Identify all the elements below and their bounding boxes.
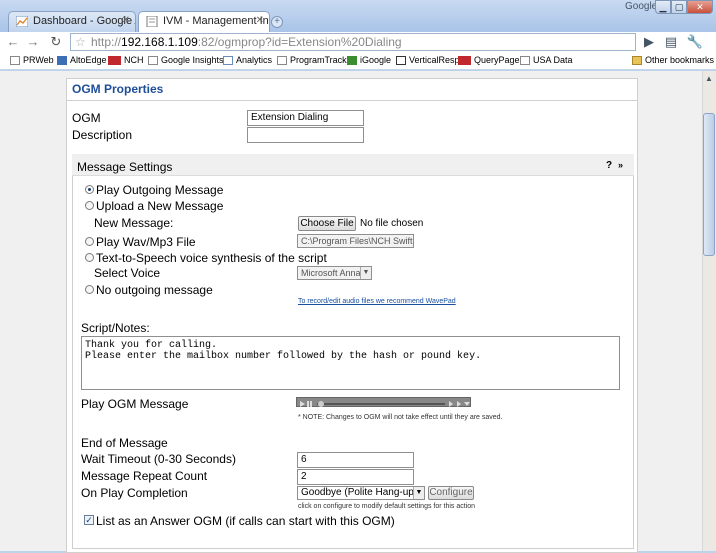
script-label: Script/Notes: xyxy=(81,321,150,335)
ogm-name-input[interactable]: Extension Dialing xyxy=(247,110,364,126)
wait-timeout-label: Wait Timeout (0-30 Seconds) xyxy=(81,452,236,466)
bookmark-nch[interactable]: NCH xyxy=(108,53,144,68)
back-arrow-icon[interactable]: ← xyxy=(4,33,22,51)
reload-icon[interactable]: ↻ xyxy=(47,33,65,51)
on-completion-label: On Play Completion xyxy=(81,486,188,500)
radio-play-outgoing[interactable] xyxy=(85,185,94,194)
ogm-label: OGM xyxy=(72,111,101,125)
tab-analytics[interactable]: Dashboard - Google Anal... ✕ xyxy=(8,11,136,32)
analytics-icon xyxy=(16,16,28,27)
bookmark-usa-data[interactable]: USA Data xyxy=(520,53,573,68)
bookmark-google-insights[interactable]: Google Insights xyxy=(148,53,224,68)
scroll-up-icon[interactable]: ▲ xyxy=(703,72,715,86)
close-tab-icon[interactable]: ✕ xyxy=(256,15,264,26)
completion-select[interactable]: Goodbye (Polite Hang-up) ▼ xyxy=(297,486,425,500)
analytics-icon xyxy=(223,56,233,65)
close-window-button[interactable]: ✕ xyxy=(687,0,713,14)
player-note: * NOTE: Changes to OGM will not take eff… xyxy=(298,414,503,421)
folder-icon xyxy=(632,56,642,65)
wav-path-input[interactable]: C:\Program Files\NCH Swift S xyxy=(297,234,414,248)
page-icon xyxy=(277,56,287,65)
igoogle-icon xyxy=(347,56,357,65)
radio-upload-new[interactable] xyxy=(85,201,94,210)
option-label: Play Outgoing Message xyxy=(96,183,224,197)
repeat-count-label: Message Repeat Count xyxy=(81,469,208,483)
nch-icon xyxy=(458,56,471,65)
page-icon xyxy=(148,56,158,65)
url-host: 192.168.1.109 xyxy=(121,35,198,49)
page-icon xyxy=(10,56,20,65)
voice-select[interactable]: Microsoft Anna ▼ xyxy=(297,266,372,280)
wavepad-link[interactable]: To record/edit audio files we recommend … xyxy=(298,298,456,305)
tab-ivm[interactable]: IVM - Management Interf... ✕ xyxy=(138,11,270,33)
chevron-down-icon: ▼ xyxy=(360,267,371,279)
choose-file-button[interactable]: Choose File xyxy=(298,216,356,231)
star-icon[interactable]: ☆ xyxy=(75,34,86,50)
description-label: Description xyxy=(72,128,133,142)
new-tab-button[interactable]: + xyxy=(271,16,283,28)
option-label: Text-to-Speech voice synthesis of the sc… xyxy=(96,251,327,265)
bookmark-verticalresp[interactable]: VerticalResp xyxy=(396,53,460,68)
bookmark-igoogle[interactable]: iGoogle xyxy=(347,53,391,68)
option-label: Play Wav/Mp3 File xyxy=(96,235,196,249)
scrollbar-thumb[interactable] xyxy=(703,113,715,256)
altoedge-icon xyxy=(57,56,67,65)
bookmark-altoedge[interactable]: AltoEdge xyxy=(57,53,107,68)
page-icon xyxy=(520,56,530,65)
play-ogm-label: Play OGM Message xyxy=(81,397,189,411)
checkmark-icon xyxy=(396,56,406,65)
chevron-down-icon: ▼ xyxy=(413,487,424,499)
page-menu-icon[interactable]: ▤ xyxy=(662,33,680,51)
tab-label: IVM - Management Interf... xyxy=(163,15,269,27)
select-voice-label: Select Voice xyxy=(94,266,161,280)
close-tab-icon[interactable]: ✕ xyxy=(122,15,130,26)
bookmark-prweb[interactable]: PRWeb xyxy=(10,53,54,68)
radio-text-to-speech[interactable] xyxy=(85,253,94,262)
audio-player[interactable] xyxy=(296,397,471,407)
answer-ogm-label: List as an Answer OGM (if calls can star… xyxy=(96,514,395,528)
section-title: Message Settings xyxy=(77,160,173,174)
end-of-message-label: End of Message xyxy=(81,436,168,450)
player-controls-icon xyxy=(300,401,470,407)
description-input[interactable] xyxy=(247,127,364,143)
radio-play-wav[interactable] xyxy=(85,237,94,246)
repeat-count-input[interactable]: 2 xyxy=(297,469,414,485)
browser-brand: Google xyxy=(625,1,658,12)
radio-no-outgoing[interactable] xyxy=(85,285,94,294)
help-icon[interactable]: ? xyxy=(606,160,612,171)
divider xyxy=(66,100,638,101)
option-label: No outgoing message xyxy=(96,283,213,297)
new-message-label: New Message: xyxy=(94,216,174,230)
wrench-icon[interactable]: 🔧 xyxy=(686,33,704,51)
script-textarea[interactable]: Thank you for calling. Please enter the … xyxy=(81,336,620,390)
nch-icon xyxy=(108,56,121,65)
bookmark-analytics[interactable]: Analytics xyxy=(223,53,272,68)
other-bookmarks[interactable]: Other bookmarks xyxy=(632,53,714,68)
collapse-icon[interactable]: » xyxy=(618,160,623,170)
address-bar[interactable]: ☆ http://192.168.1.109:82/ogmprop?id=Exte… xyxy=(70,33,636,51)
page-icon xyxy=(146,16,158,27)
configure-note: click on configure to modify default set… xyxy=(298,503,476,510)
go-icon[interactable]: ▶ xyxy=(640,33,658,51)
option-label: Upload a New Message xyxy=(96,199,224,213)
forward-arrow-icon[interactable]: → xyxy=(24,33,42,51)
url-rest: :82/ogmprop?id=Extension%20Dialing xyxy=(197,35,402,49)
no-file-text: No file chosen xyxy=(360,218,424,229)
url-prefix: http:// xyxy=(91,35,122,49)
wait-timeout-input[interactable]: 6 xyxy=(297,452,414,468)
minimize-button[interactable]: ▁ xyxy=(655,0,671,14)
bookmark-querypage[interactable]: QueryPage xyxy=(458,53,520,68)
tab-label: Dashboard - Google Anal... xyxy=(33,15,135,27)
configure-button[interactable]: Configure xyxy=(428,486,474,500)
answer-ogm-checkbox[interactable]: ✓ xyxy=(84,515,94,525)
maximize-button[interactable]: ▢ xyxy=(671,0,687,14)
panel-title: OGM Properties xyxy=(72,82,164,96)
bookmark-programtrack[interactable]: ProgramTrack xyxy=(277,53,347,68)
